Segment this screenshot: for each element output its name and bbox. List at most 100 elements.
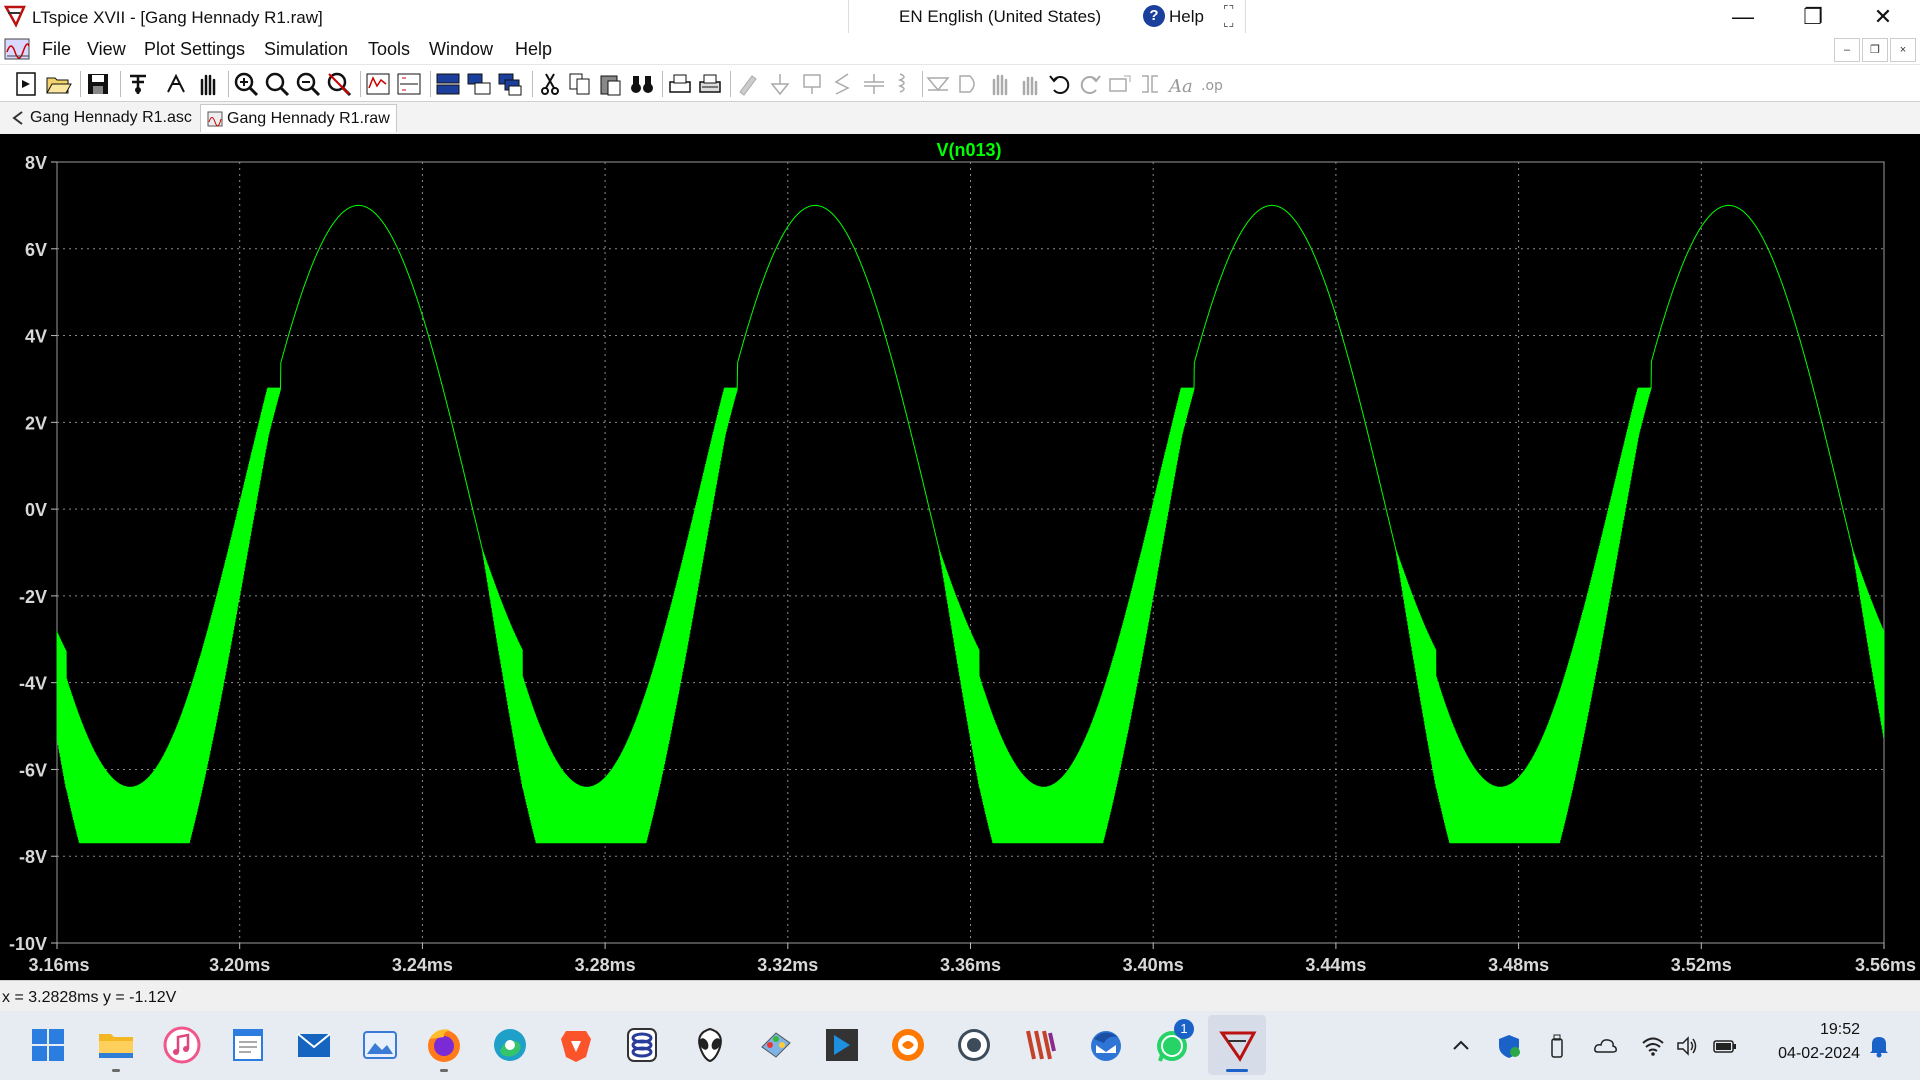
running-indicator <box>112 1069 120 1072</box>
new-schematic-icon[interactable] <box>12 70 40 98</box>
help-icon[interactable]: ? <box>1143 5 1165 27</box>
onedrive-cloud-icon[interactable] <box>1592 1033 1618 1059</box>
x-tick-label: 3.40ms <box>1123 955 1184 975</box>
tile-vertical-icon[interactable] <box>465 70 493 98</box>
steam-icon[interactable] <box>954 1025 994 1065</box>
halt-hand-icon[interactable] <box>194 70 222 98</box>
help-label[interactable]: Help <box>1169 7 1204 27</box>
save-icon[interactable] <box>84 70 112 98</box>
window-title: LTspice XVII - [Gang Hennady R1.raw] <box>32 8 323 27</box>
avast-icon[interactable] <box>888 1025 928 1065</box>
redo-icon <box>1080 75 1101 94</box>
thunderbird-icon[interactable] <box>1086 1025 1126 1065</box>
brave-icon[interactable] <box>556 1025 596 1065</box>
cursor-readout: x = 3.2828ms y = -1.12V <box>2 989 177 1006</box>
copy-icon[interactable] <box>566 70 594 98</box>
cut-icon[interactable] <box>536 70 564 98</box>
waveform-plot[interactable]: 8V 6V 4V 2V 0V -2V -4V -6V -8V -10V 3.16ms 3.20ms 3… <box>0 134 1920 980</box>
menu-tools[interactable]: Tools <box>368 39 410 60</box>
itunes-icon[interactable] <box>162 1025 202 1065</box>
menu-window[interactable]: Window <box>429 39 493 60</box>
maximize-button[interactable]: ❐ <box>1778 0 1848 34</box>
plot-canvas[interactable]: 8V6V4V2V0V-2V-4V-6V-8V-10V 3.16ms 3.20ms 3… <box>0 134 1920 980</box>
file-explorer-icon[interactable] <box>96 1025 136 1065</box>
print-setup-icon[interactable] <box>696 70 724 98</box>
x-tick-label: 3.44ms <box>1305 955 1366 975</box>
notification-bell-icon[interactable] <box>1866 1033 1892 1059</box>
ltspice-taskbar-icon[interactable] <box>1218 1025 1258 1065</box>
menu-plot-settings[interactable]: Plot Settings <box>144 39 245 60</box>
edge-icon[interactable] <box>490 1025 530 1065</box>
clock-time[interactable]: 19:52 <box>1782 1021 1860 1039</box>
find-binoculars-icon[interactable] <box>628 70 656 98</box>
menu-help[interactable]: Help <box>515 39 552 60</box>
add-pane-icon[interactable] <box>395 70 423 98</box>
run-icon[interactable] <box>162 70 190 98</box>
menu-bar: File View Plot Settings Simulation Tools… <box>0 34 1920 64</box>
open-folder-icon[interactable] <box>44 70 72 98</box>
winrar-icon[interactable] <box>1020 1025 1060 1065</box>
ground-icon <box>770 74 790 96</box>
x-tick-label: 3.52ms <box>1671 955 1732 975</box>
zoom-out-icon[interactable] <box>294 70 322 98</box>
move-hand-icon <box>992 74 1008 96</box>
tab-label: Gang Hennady R1.raw <box>227 110 390 127</box>
language-bar[interactable]: EN English (United States) ? Help ⌜⌝ ⌞⌟ <box>848 0 1246 33</box>
security-shield-icon[interactable] <box>1496 1033 1522 1059</box>
waveform-window-icon[interactable] <box>4 36 30 62</box>
x-tick-label: 3.56ms <box>1855 955 1916 975</box>
minimize-button[interactable]: — <box>1708 0 1778 34</box>
menu-view[interactable]: View <box>87 39 126 60</box>
windows-start-icon[interactable] <box>28 1025 68 1065</box>
wire-pencil-icon <box>739 75 757 96</box>
svg-text:Aa: Aa <box>1167 76 1193 97</box>
mdi-close-button[interactable]: × <box>1890 38 1916 62</box>
mdi-minimize-button[interactable]: – <box>1834 38 1860 62</box>
paint-icon[interactable] <box>756 1025 796 1065</box>
zoom-area-icon[interactable] <box>263 70 291 98</box>
photos-icon[interactable] <box>360 1025 400 1065</box>
mail-icon[interactable] <box>294 1025 334 1065</box>
firefox-icon[interactable] <box>424 1025 464 1065</box>
language-indicator[interactable]: EN English (United States) <box>899 7 1101 27</box>
volume-icon[interactable] <box>1674 1033 1700 1059</box>
svg-text:.op: .op <box>1201 78 1223 94</box>
autorange-icon[interactable] <box>364 70 392 98</box>
tile-horizontal-icon[interactable] <box>434 70 462 98</box>
battery-icon[interactable] <box>1712 1033 1738 1059</box>
undo-icon[interactable] <box>1046 70 1074 98</box>
app-9-icon[interactable] <box>622 1025 662 1065</box>
mdi-restore-button[interactable]: ❐ <box>1862 38 1888 62</box>
diode-icon <box>926 77 950 92</box>
toolbar-separator <box>662 71 663 97</box>
zoom-fit-icon[interactable] <box>325 70 353 98</box>
chevron-up-icon[interactable] <box>1448 1033 1474 1059</box>
x-tick-label: 3.48ms <box>1488 955 1549 975</box>
menu-simulation[interactable]: Simulation <box>264 39 348 60</box>
menu-file[interactable]: File <box>42 39 71 60</box>
control-panel-icon[interactable] <box>124 70 152 98</box>
toolbar-separator <box>922 71 923 97</box>
paste-icon[interactable] <box>596 70 624 98</box>
clock-date[interactable]: 04-02-2024 <box>1760 1045 1860 1063</box>
close-button[interactable]: ✕ <box>1848 0 1918 34</box>
print-icon[interactable] <box>666 70 694 98</box>
alien-app-icon[interactable] <box>690 1025 730 1065</box>
cascade-icon[interactable] <box>496 70 524 98</box>
toolbar-separator <box>80 71 81 97</box>
trace-label[interactable]: V(n013) <box>936 140 1001 160</box>
toolbar: Aa .op <box>0 64 1920 102</box>
tab-bar: Gang Hennady R1.asc Gang Hennady R1.raw <box>0 102 1920 134</box>
rotate-icon <box>1109 75 1131 92</box>
expand-icon[interactable]: ⌜⌝ ⌞⌟ <box>1223 4 1237 28</box>
tab-schematic[interactable]: Gang Hennady R1.asc <box>4 104 198 132</box>
tab-waveform[interactable]: Gang Hennady R1.raw <box>200 104 397 132</box>
zoom-in-icon[interactable] <box>232 70 260 98</box>
notepad-icon[interactable] <box>228 1025 268 1065</box>
vscode-like-icon[interactable] <box>822 1025 862 1065</box>
usb-device-icon[interactable] <box>1544 1033 1570 1059</box>
active-indicator <box>1226 1069 1248 1072</box>
spice-directive-icon: .op <box>1201 78 1223 94</box>
toolbar-separator <box>228 71 229 97</box>
wifi-icon[interactable] <box>1640 1033 1666 1059</box>
